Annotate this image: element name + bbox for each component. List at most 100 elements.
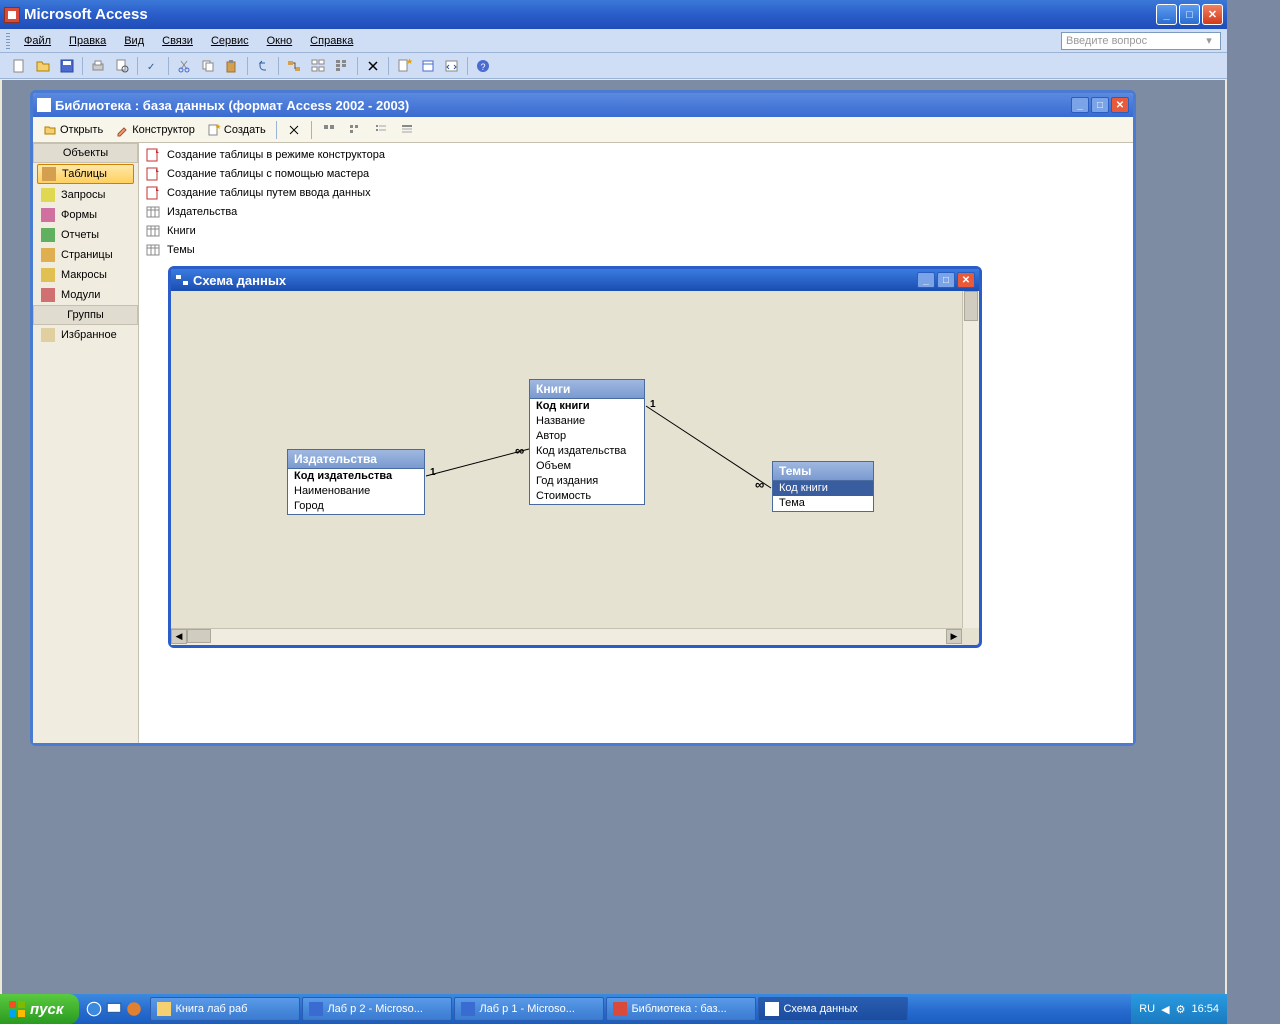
player-icon[interactable] bbox=[125, 998, 143, 1020]
table-field[interactable]: Код книги bbox=[530, 399, 644, 414]
language-indicator[interactable]: RU bbox=[1139, 1003, 1155, 1015]
menu-relations[interactable]: Связи bbox=[154, 33, 201, 49]
db-list-button[interactable] bbox=[370, 120, 392, 140]
new-icon[interactable] bbox=[8, 55, 30, 77]
db-close-button[interactable]: ✕ bbox=[1111, 97, 1129, 113]
list-item-table-books[interactable]: Книги bbox=[141, 221, 1131, 240]
ie-icon[interactable] bbox=[85, 998, 103, 1020]
rel-titlebar[interactable]: Схема данных _ □ ✕ bbox=[171, 269, 979, 291]
db-small-icons-button[interactable] bbox=[344, 120, 366, 140]
rel-canvas[interactable]: Издательства Код издательства Наименован… bbox=[171, 291, 962, 628]
sidebar-item-reports[interactable]: Отчеты bbox=[33, 225, 138, 245]
scrollbar-thumb[interactable] bbox=[187, 629, 211, 643]
help-icon[interactable]: ? bbox=[472, 55, 494, 77]
menu-edit[interactable]: Правка bbox=[61, 33, 114, 49]
sidebar-item-tables[interactable]: Таблицы bbox=[37, 164, 134, 184]
paste-icon[interactable] bbox=[221, 55, 243, 77]
sidebar-groups-header[interactable]: Группы bbox=[33, 305, 138, 325]
table-header[interactable]: Издательства bbox=[288, 450, 424, 469]
app-titlebar[interactable]: Microsoft Access _ □ ✕ bbox=[0, 0, 1227, 29]
scrollbar-thumb[interactable] bbox=[964, 291, 978, 321]
save-icon[interactable] bbox=[56, 55, 78, 77]
task-button[interactable]: Лаб р 2 - Microso... bbox=[302, 997, 452, 1021]
sidebar-item-macros[interactable]: Макросы bbox=[33, 265, 138, 285]
db-details-button[interactable] bbox=[396, 120, 418, 140]
table-field[interactable]: Объем bbox=[530, 459, 644, 474]
list-item-create-entry[interactable]: Создание таблицы путем ввода данных bbox=[141, 183, 1131, 202]
scroll-left-icon[interactable]: ◀ bbox=[171, 629, 187, 644]
tray-icon[interactable]: ◀ bbox=[1161, 1003, 1169, 1016]
sidebar-item-modules[interactable]: Модули bbox=[33, 285, 138, 305]
maximize-button[interactable]: □ bbox=[1179, 4, 1200, 25]
table-field[interactable]: Название bbox=[530, 414, 644, 429]
table-field[interactable]: Код издательства bbox=[288, 469, 424, 484]
show-table-icon[interactable] bbox=[307, 55, 329, 77]
table-field[interactable]: Наименование bbox=[288, 484, 424, 499]
clock[interactable]: 16:54 bbox=[1191, 1003, 1219, 1015]
table-box-publishers[interactable]: Издательства Код издательства Наименован… bbox=[287, 449, 425, 515]
rel-scrollbar-vertical[interactable] bbox=[962, 291, 979, 628]
sidebar-item-forms[interactable]: Формы bbox=[33, 205, 138, 225]
table-field[interactable]: Код книги bbox=[773, 481, 873, 496]
table-field[interactable]: Год издания bbox=[530, 474, 644, 489]
list-item-create-design[interactable]: Создание таблицы в режиме конструктора bbox=[141, 145, 1131, 164]
desktop-icon[interactable] bbox=[105, 998, 123, 1020]
sidebar-objects-header[interactable]: Объекты bbox=[33, 143, 138, 163]
menu-view[interactable]: Вид bbox=[116, 33, 152, 49]
help-search-box[interactable]: Введите вопрос ▾ bbox=[1061, 32, 1221, 50]
show-all-icon[interactable] bbox=[331, 55, 353, 77]
list-item-table-publishers[interactable]: Издательства bbox=[141, 202, 1131, 221]
delete-icon[interactable] bbox=[362, 55, 384, 77]
table-field[interactable]: Код издательства bbox=[530, 444, 644, 459]
table-box-themes[interactable]: Темы Код книги Тема bbox=[772, 461, 874, 512]
system-tray[interactable]: RU ◀ ⚙ 16:54 bbox=[1131, 994, 1227, 1024]
code-icon[interactable] bbox=[441, 55, 463, 77]
list-item-create-wizard[interactable]: Создание таблицы с помощью мастера bbox=[141, 164, 1131, 183]
db-open-button[interactable]: Открыть bbox=[39, 120, 107, 140]
table-field[interactable]: Стоимость bbox=[530, 489, 644, 504]
rel-minimize-button[interactable]: _ bbox=[917, 272, 935, 288]
print-icon[interactable] bbox=[87, 55, 109, 77]
menu-window[interactable]: Окно bbox=[259, 33, 301, 49]
cut-icon[interactable] bbox=[173, 55, 195, 77]
sidebar-item-queries[interactable]: Запросы bbox=[33, 185, 138, 205]
rel-maximize-button[interactable]: □ bbox=[937, 272, 955, 288]
task-button[interactable]: Книга лаб раб bbox=[150, 997, 300, 1021]
minimize-button[interactable]: _ bbox=[1156, 4, 1177, 25]
preview-icon[interactable] bbox=[111, 55, 133, 77]
help-dropdown-icon[interactable]: ▾ bbox=[1202, 34, 1216, 47]
rel-scrollbar-horizontal[interactable]: ◀ ▶ bbox=[171, 628, 962, 645]
table-header[interactable]: Книги bbox=[530, 380, 644, 399]
sidebar-item-favorites[interactable]: Избранное bbox=[33, 325, 138, 345]
undo-icon[interactable] bbox=[252, 55, 274, 77]
menubar-grip[interactable] bbox=[6, 33, 10, 49]
table-field[interactable]: Город bbox=[288, 499, 424, 514]
close-button[interactable]: ✕ bbox=[1202, 4, 1223, 25]
task-button[interactable]: Лаб р 1 - Microso... bbox=[454, 997, 604, 1021]
sidebar-item-pages[interactable]: Страницы bbox=[33, 245, 138, 265]
tray-icon[interactable]: ⚙ bbox=[1176, 1003, 1186, 1016]
table-field[interactable]: Тема bbox=[773, 496, 873, 511]
start-button[interactable]: пуск bbox=[0, 994, 79, 1024]
db-delete-button[interactable] bbox=[283, 120, 305, 140]
db-create-button[interactable]: ★Создать bbox=[203, 120, 270, 140]
db-maximize-button[interactable]: □ bbox=[1091, 97, 1109, 113]
open-icon[interactable] bbox=[32, 55, 54, 77]
db-titlebar[interactable]: Библиотека : база данных (формат Access … bbox=[33, 93, 1133, 117]
menu-file[interactable]: Файл bbox=[16, 33, 59, 49]
task-button[interactable]: Библиотека : баз... bbox=[606, 997, 756, 1021]
copy-icon[interactable] bbox=[197, 55, 219, 77]
relationships-window[interactable]: Схема данных _ □ ✕ Издательства Код изда… bbox=[168, 266, 982, 648]
rel-close-button[interactable]: ✕ bbox=[957, 272, 975, 288]
table-field[interactable]: Автор bbox=[530, 429, 644, 444]
list-item-table-themes[interactable]: Темы bbox=[141, 240, 1131, 259]
db-large-icons-button[interactable] bbox=[318, 120, 340, 140]
properties-icon[interactable] bbox=[417, 55, 439, 77]
db-minimize-button[interactable]: _ bbox=[1071, 97, 1089, 113]
new-object-icon[interactable]: ★ bbox=[393, 55, 415, 77]
db-design-button[interactable]: Конструктор bbox=[111, 120, 199, 140]
table-header[interactable]: Темы bbox=[773, 462, 873, 481]
relationships-icon[interactable] bbox=[283, 55, 305, 77]
table-box-books[interactable]: Книги Код книги Название Автор Код издат… bbox=[529, 379, 645, 505]
task-button-active[interactable]: Схема данных bbox=[758, 997, 908, 1021]
